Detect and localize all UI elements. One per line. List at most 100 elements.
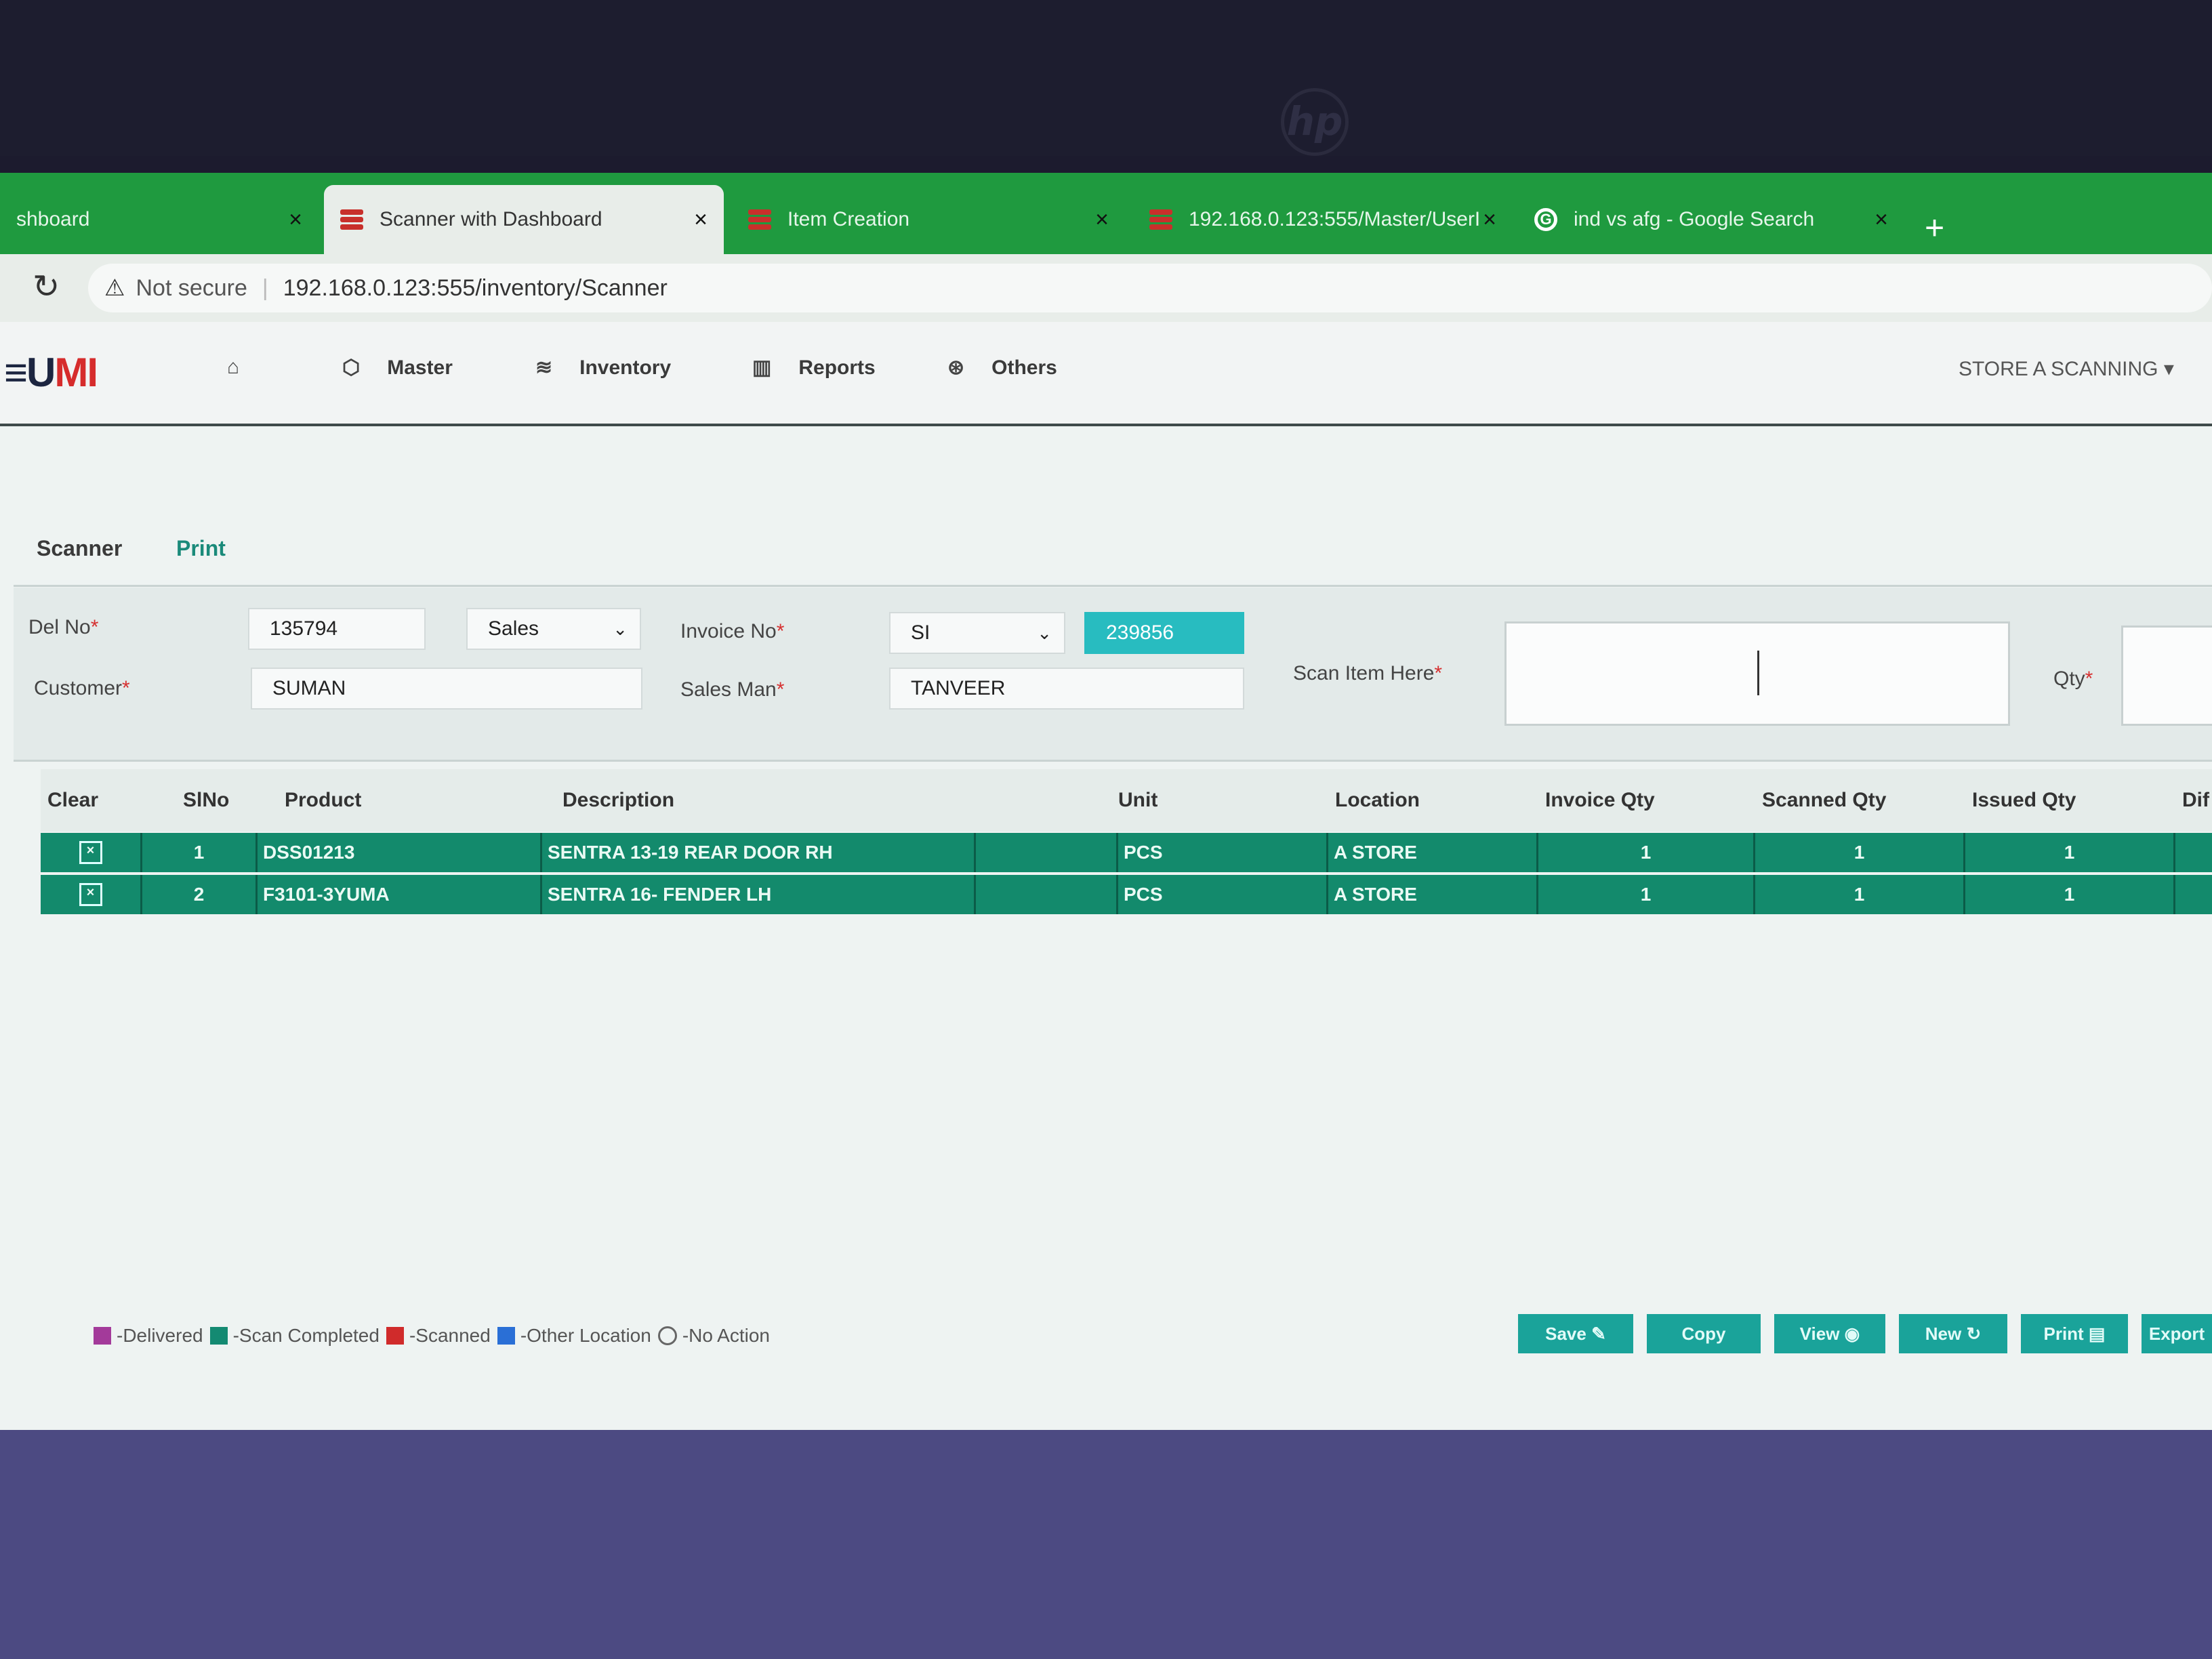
customer-field[interactable]: SUMAN	[251, 668, 642, 710]
cell-slno: 2	[142, 875, 258, 914]
tab-google-search[interactable]: G ind vs afg - Google Search ×	[1518, 185, 1904, 254]
legend-label: -Scanned	[409, 1325, 491, 1346]
cell-issued-qty: 1	[1965, 875, 2175, 914]
page-tabs: Scanner Print	[14, 525, 2212, 587]
nav-label: Master	[387, 356, 453, 379]
app-logo[interactable]: ≡UMI	[4, 349, 98, 396]
close-icon[interactable]: ×	[1875, 207, 1888, 233]
cube-icon: ⬡	[342, 356, 361, 379]
cell-description: SENTRA 13-19 REAR DOOR RH	[542, 833, 976, 872]
security-label[interactable]: Not secure	[136, 275, 247, 302]
globe-icon: ⊛	[947, 356, 965, 379]
nav-master[interactable]: ⬡ Master	[342, 356, 453, 380]
home-icon: ⌂	[227, 356, 240, 378]
legend-label: -Scan Completed	[232, 1325, 380, 1346]
table-row[interactable]: × 1 DSS01213 SENTRA 13-19 REAR DOOR RH P…	[41, 833, 2212, 874]
scan-item-input[interactable]	[1504, 621, 2010, 726]
cell-product: DSS01213	[258, 833, 542, 872]
legend-label: -Other Location	[520, 1325, 651, 1346]
col-slno: SlNo	[183, 789, 230, 811]
address-bar: ↻ ⚠ Not secure | 192.168.0.123:555/inven…	[0, 254, 2212, 322]
cell-blank	[976, 875, 1118, 914]
google-icon: G	[1534, 208, 1557, 231]
close-icon[interactable]: ×	[1483, 207, 1496, 233]
new-tab-button[interactable]: +	[1925, 208, 1944, 247]
close-icon[interactable]: ×	[694, 207, 708, 233]
store-selector[interactable]: STORE A SCANNING ▾	[1959, 357, 2174, 381]
chevron-down-icon: ⌄	[1037, 622, 1052, 643]
type-select[interactable]: Sales ⌄	[466, 608, 641, 650]
sales-man-label: Sales Man*	[680, 678, 785, 701]
save-button[interactable]: Save ✎	[1518, 1314, 1633, 1353]
tab-scanner-with-dashboard[interactable]: Scanner with Dashboard ×	[324, 185, 724, 254]
layers-icon: ≋	[535, 356, 553, 379]
col-description: Description	[562, 789, 675, 811]
legend-label: -Delivered	[117, 1325, 203, 1346]
col-location: Location	[1335, 789, 1420, 811]
scan-table: Clear SlNo Product Description Unit Loca…	[41, 769, 2212, 916]
invoice-no-field[interactable]: 239856	[1084, 612, 1244, 654]
clear-row-button[interactable]: ×	[41, 875, 142, 914]
del-no-label: Del No*	[28, 616, 99, 638]
url-input[interactable]: ⚠ Not secure | 192.168.0.123:555/invento…	[88, 264, 2212, 312]
cell-unit: PCS	[1118, 833, 1328, 872]
desk-background	[0, 1430, 2212, 1659]
col-invoice-qty: Invoice Qty	[1545, 789, 1655, 811]
tab-title: Scanner with Dashboard	[380, 208, 602, 230]
invoice-prefix-select[interactable]: SI ⌄	[889, 612, 1065, 654]
delivered-swatch	[94, 1327, 111, 1345]
tab-dashboard[interactable]: shboard ×	[0, 185, 319, 254]
scan-item-label: Scan Item Here*	[1293, 662, 1443, 684]
tab-scanner[interactable]: Scanner	[37, 536, 122, 561]
print-button[interactable]: Print ▤	[2021, 1314, 2128, 1353]
cell-blank	[976, 833, 1118, 872]
warning-icon: ⚠	[104, 275, 125, 301]
qty-input[interactable]	[2121, 626, 2212, 726]
bar-chart-icon: ▥	[752, 356, 772, 379]
tab-master-user[interactable]: 192.168.0.123:555/Master/UserI ×	[1133, 185, 1513, 254]
invoice-no-label: Invoice No*	[680, 620, 785, 642]
legend-label: -No Action	[682, 1325, 770, 1346]
new-button[interactable]: New ↻	[1899, 1314, 2007, 1353]
col-issued-qty: Issued Qty	[1972, 789, 2076, 811]
cell-invoice-qty: 1	[1538, 875, 1755, 914]
col-dif: Dif	[2182, 789, 2209, 811]
url-text: 192.168.0.123:555/inventory/Scanner	[283, 274, 668, 301]
export-button[interactable]: Export	[2142, 1314, 2212, 1353]
nav-others[interactable]: ⊛ Others	[947, 356, 1057, 380]
chevron-down-icon: ⌄	[613, 618, 628, 639]
cell-product: F3101-3YUMA	[258, 875, 542, 914]
nav-inventory[interactable]: ≋ Inventory	[535, 356, 671, 380]
tab-title: ind vs afg - Google Search	[1574, 208, 1815, 230]
nav-label: Others	[991, 356, 1057, 379]
app-favicon-icon	[1149, 209, 1172, 230]
cell-invoice-qty: 1	[1538, 833, 1755, 872]
view-button[interactable]: View ◉	[1774, 1314, 1885, 1353]
hp-logo: hp	[1281, 88, 1349, 156]
cell-slno: 1	[142, 833, 258, 872]
nav-home[interactable]: ⌂	[227, 356, 266, 379]
app-favicon-icon	[340, 209, 363, 230]
browser-window: shboard × Scanner with Dashboard × Item …	[0, 173, 2212, 1430]
tab-print[interactable]: Print	[176, 536, 226, 561]
del-no-field[interactable]: 135794	[248, 608, 426, 650]
table-row[interactable]: × 2 F3101-3YUMA SENTRA 16- FENDER LH PCS…	[41, 875, 2212, 916]
copy-button[interactable]: Copy	[1647, 1314, 1761, 1353]
scan-completed-swatch	[209, 1327, 228, 1345]
tab-title: 192.168.0.123:555/Master/UserI	[1189, 208, 1481, 230]
status-legend: -Delivered -Scan Completed -Scanned -Oth…	[87, 1325, 770, 1347]
text-cursor	[1757, 651, 1759, 695]
cell-unit: PCS	[1118, 875, 1328, 914]
close-icon[interactable]: ×	[289, 207, 302, 233]
clear-row-button[interactable]: ×	[41, 833, 142, 872]
app-favicon-icon	[748, 209, 771, 230]
sales-man-field[interactable]: TANVEER	[889, 668, 1244, 710]
reload-icon[interactable]: ↻	[33, 268, 60, 306]
close-icon[interactable]: ×	[1095, 207, 1109, 233]
tab-item-creation[interactable]: Item Creation ×	[732, 185, 1125, 254]
close-box-icon: ×	[79, 883, 102, 906]
tab-title: Item Creation	[787, 208, 910, 230]
app-navbar: ≡UMI ⌂ ⬡ Master ≋ Inventory ▥ Reports ⊛ …	[0, 322, 2212, 426]
scanned-swatch	[386, 1327, 404, 1345]
nav-reports[interactable]: ▥ Reports	[752, 356, 876, 380]
